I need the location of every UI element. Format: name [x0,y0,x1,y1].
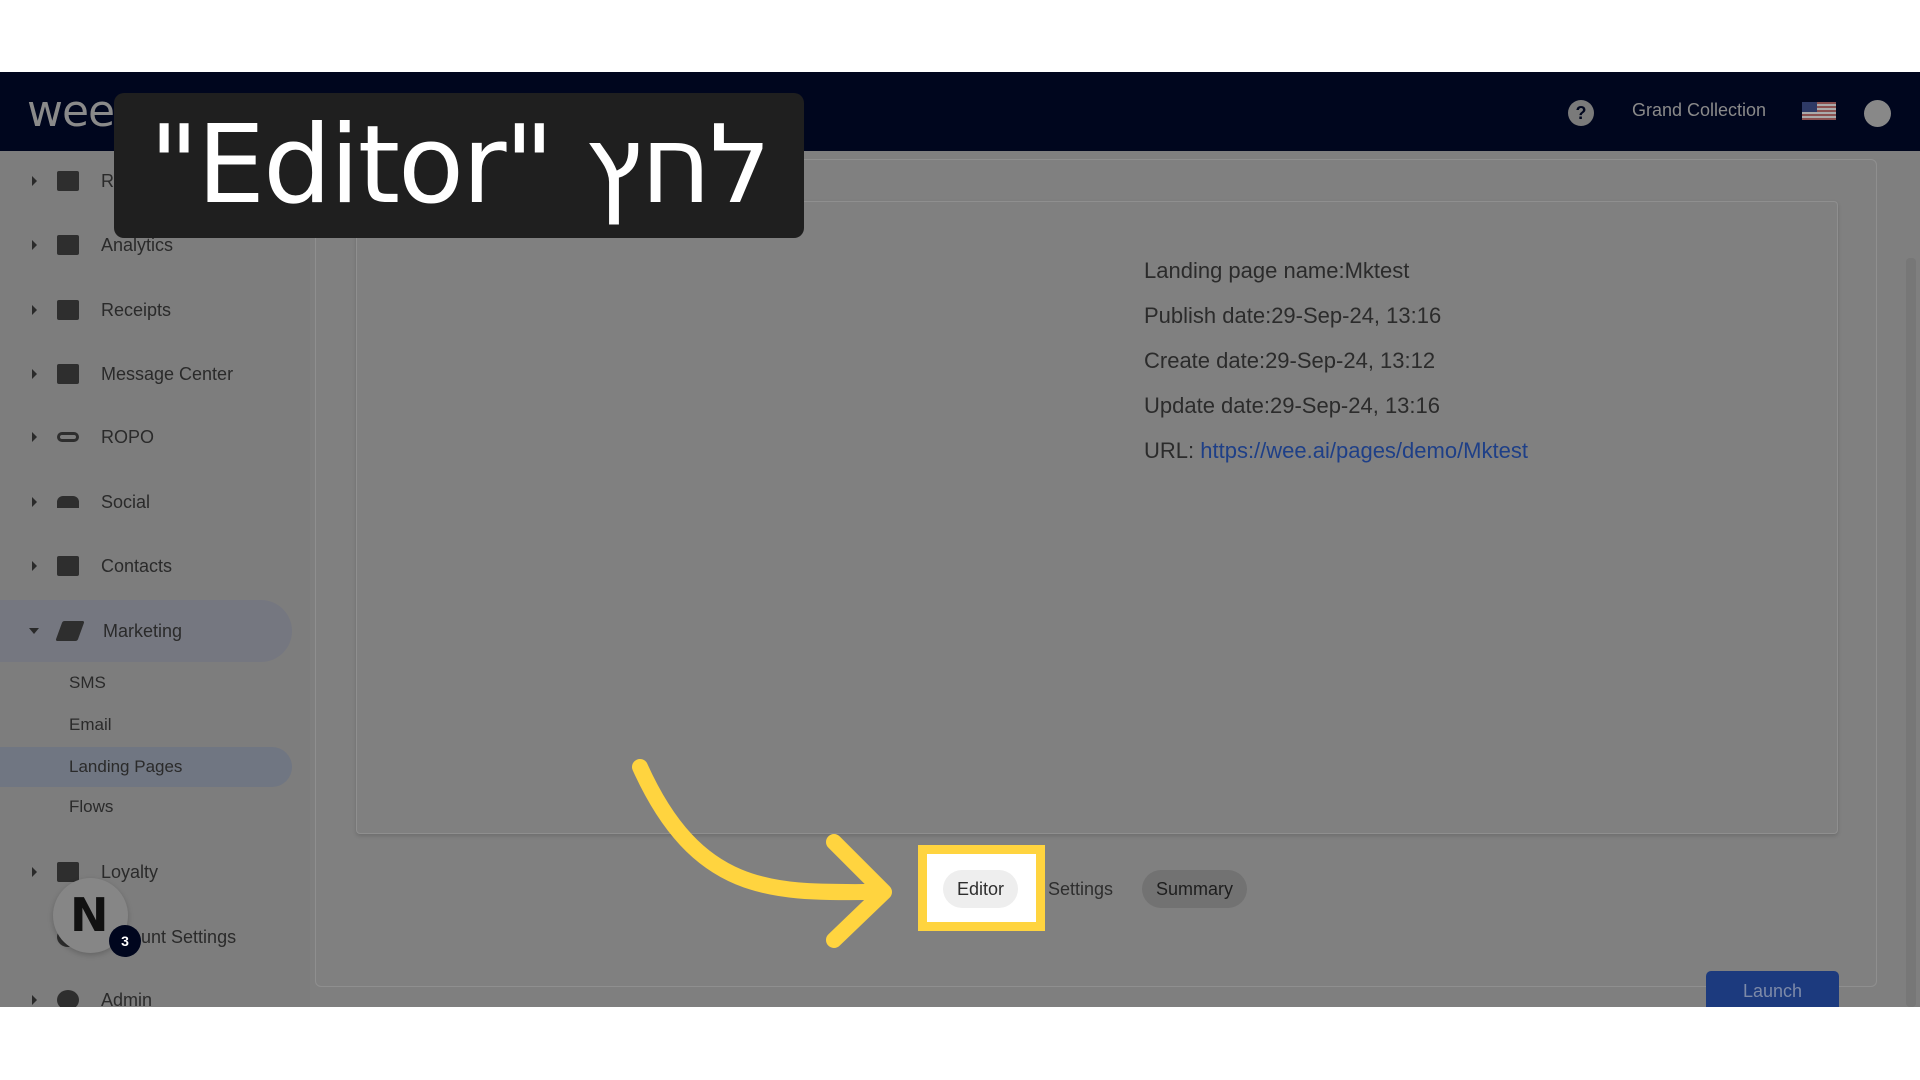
notification-count-badge: 3 [109,925,141,957]
instruction-caption: "Editor" לחץ [114,93,804,238]
avatar-letter: N [70,888,109,942]
